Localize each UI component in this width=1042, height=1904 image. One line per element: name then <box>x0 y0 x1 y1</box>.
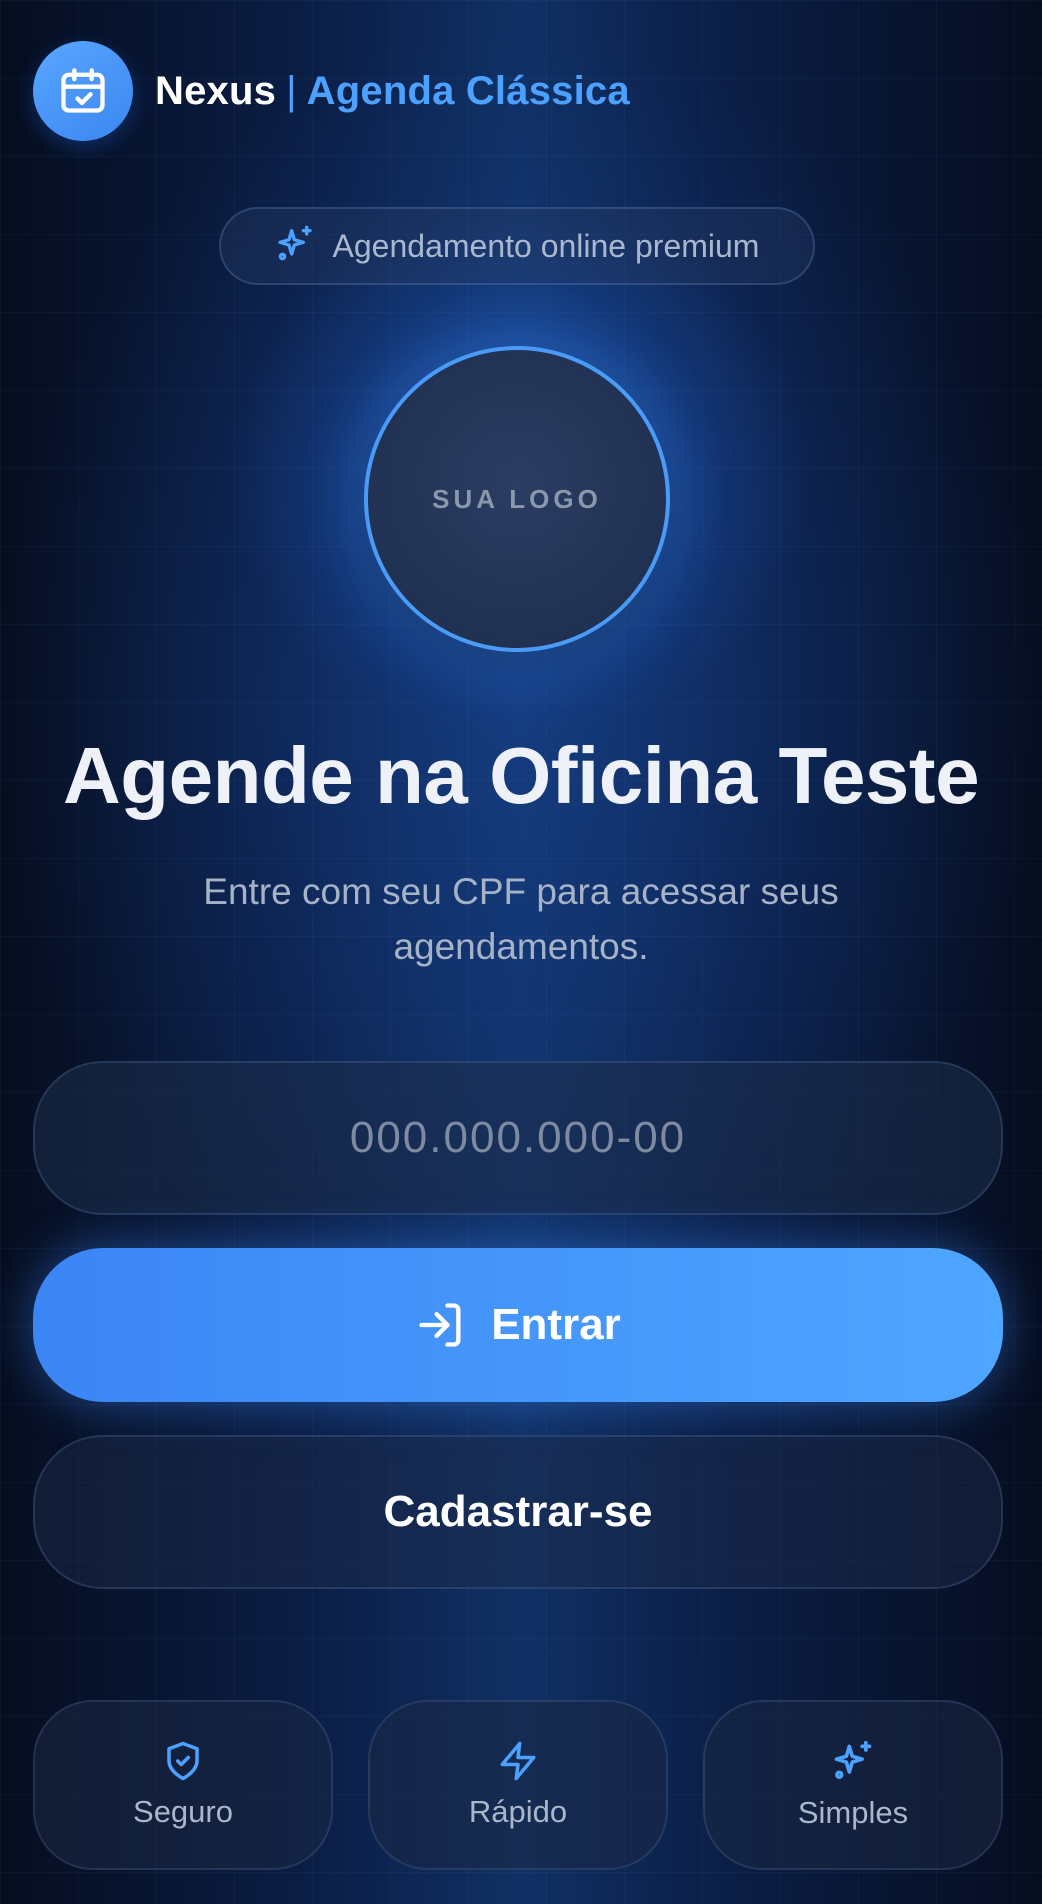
feature-label: Seguro <box>133 1794 233 1829</box>
zap-icon <box>497 1740 539 1782</box>
feature-label: Simples <box>797 1795 909 1830</box>
feature-card-seguro: Seguro <box>33 1700 333 1870</box>
feature-card-simples: Simples <box>703 1700 1003 1870</box>
product-name: Agenda Clássica <box>306 68 630 113</box>
login-button-label: Entrar <box>491 1300 621 1349</box>
brand-separator: | <box>286 68 297 113</box>
premium-badge-text: Agendamento online premium <box>332 227 760 264</box>
app-header: Nexus | Agenda Clássica <box>33 41 630 141</box>
sparkles-icon <box>831 1739 875 1783</box>
login-button[interactable]: Entrar <box>33 1248 1003 1402</box>
premium-badge: Agendamento online premium <box>219 207 815 285</box>
brand-title: Nexus | Agenda Clássica <box>155 69 630 114</box>
shield-check-icon <box>162 1740 204 1782</box>
logo-placeholder-text: SUA LOGO <box>432 483 602 514</box>
register-button[interactable]: Cadastrar-se <box>33 1435 1003 1589</box>
cpf-input[interactable] <box>33 1061 1003 1215</box>
feature-list: Seguro Rápido Simples <box>33 1700 1003 1870</box>
log-in-icon <box>415 1299 467 1351</box>
page-title: Agende na Oficina Teste <box>62 731 980 820</box>
brand-name: Nexus <box>155 68 277 113</box>
calendar-check-icon[interactable] <box>33 41 133 141</box>
feature-card-rapido: Rápido <box>368 1700 668 1870</box>
feature-label: Rápido <box>468 1794 568 1829</box>
page-subtitle: Entre com seu CPF para acessar seus agen… <box>203 871 839 967</box>
sparkles-icon <box>275 224 315 269</box>
logo-placeholder: SUA LOGO <box>364 346 670 652</box>
